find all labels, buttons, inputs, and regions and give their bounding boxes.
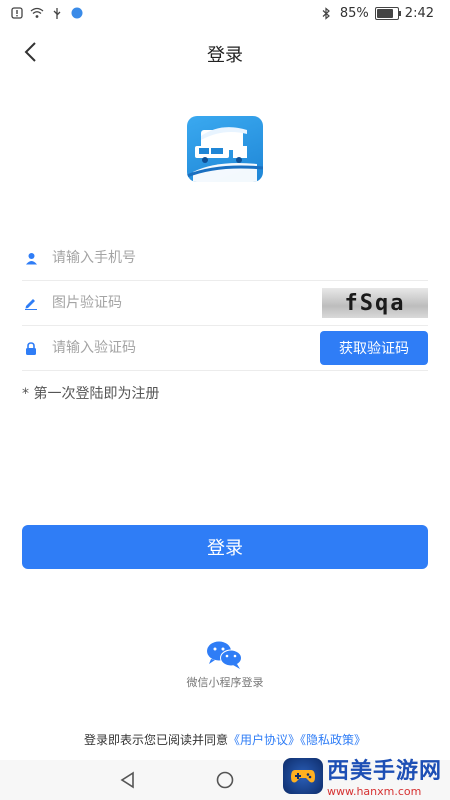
system-nav-bar: 西美手游网 www.hanxm.com [0,757,450,800]
app-logo [187,116,263,182]
nav-back-button[interactable] [118,770,138,790]
wechat-icon[interactable] [205,640,245,670]
agreement-prefix: 登录即表示您已阅读并同意 [83,733,228,747]
app-header: 登录 [0,32,450,72]
watermark-text: 西美手游网 www.hanxm.com [327,753,442,798]
circle-home-icon [216,771,234,789]
lock-icon [24,341,38,355]
user-icon [24,251,38,265]
bluetooth-icon [320,7,334,21]
image-code-row: fSqa [22,281,428,326]
triangle-back-icon [120,771,134,789]
truck-icon [187,127,263,182]
sms-code-row: 获取验证码 [22,326,428,371]
get-code-button[interactable]: 获取验证码 [320,331,428,365]
status-bar: 85% 2:42 [0,0,450,28]
wifi-icon [30,6,44,20]
phone-input[interactable] [50,249,304,267]
clock-time: 2:42 [404,6,434,21]
wechat-login[interactable]: 微信小程序登录 [0,640,450,690]
watermark-title: 西美手游网 [326,759,442,784]
image-code-input[interactable] [50,294,304,312]
sms-code-input[interactable] [50,339,304,357]
login-button[interactable]: 登录 [22,525,428,569]
status-right: 85% 2:42 [320,6,434,21]
pen-icon [24,296,38,310]
wechat-login-label[interactable]: 微信小程序登录 [0,674,450,690]
alert-icon [10,6,24,20]
phone-row [22,236,428,281]
login-form: fSqa 获取验证码 [22,236,428,371]
page-title: 登录 [207,45,243,66]
usb-icon [50,6,64,20]
register-note: * 第一次登陆即为注册 [22,386,160,402]
watermark-url: www.hanxm.com [326,785,422,798]
user-agreement-link[interactable]: 《用户协议》 [228,733,300,747]
app-notification-icon [70,6,84,20]
privacy-policy-link[interactable]: 《隐私政策》 [300,733,366,747]
captcha-image[interactable]: fSqa [322,288,428,318]
gamepad-icon [282,757,323,794]
nav-home-button[interactable] [215,770,235,790]
battery-icon [374,7,401,20]
watermark: 西美手游网 www.hanxm.com [282,753,442,798]
agreement-text: 登录即表示您已阅读并同意《用户协议》《隐私政策》 [0,731,450,748]
status-left [10,6,84,20]
battery-percent: 85% [339,6,369,21]
